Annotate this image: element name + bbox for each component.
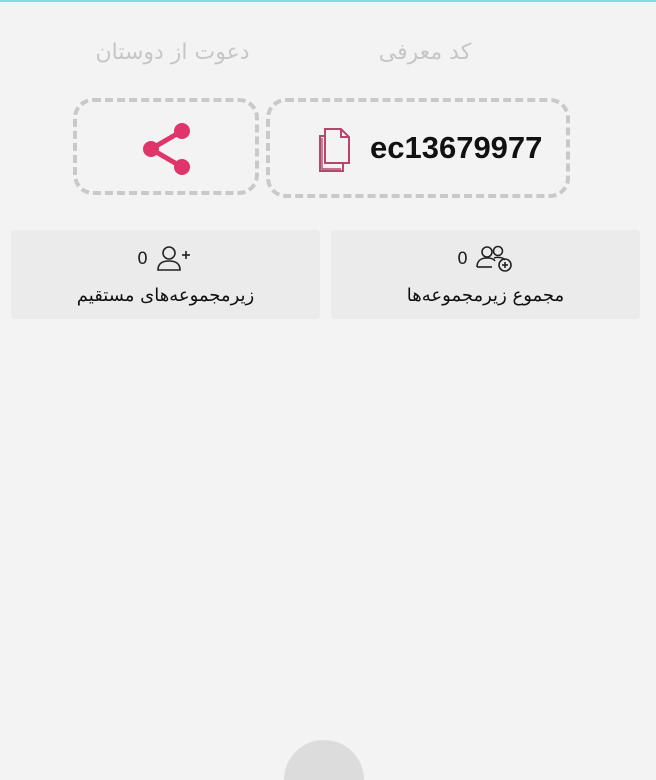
direct-subsets-card: 0 زیرمجموعه‌های مستقیم [11,230,320,319]
referral-code-box: ec13679977 [266,98,570,198]
total-subsets-card: 0 مجموع زیرمجموعه‌ها [331,230,640,319]
invite-friends-label: دعوت از دوستان [95,40,250,65]
referral-code-value[interactable]: ec13679977 [370,102,542,194]
share-button[interactable] [73,98,259,195]
copy-icon[interactable] [314,126,354,174]
direct-subsets-count: 0 [137,249,148,269]
direct-subsets-label: زیرمجموعه‌های مستقیم [76,285,255,306]
bottom-nav-handle[interactable] [284,740,364,780]
users-add-icon [474,244,514,274]
total-subsets-label: مجموع زیرمجموعه‌ها [406,285,565,306]
referral-code-label: کد معرفی [378,40,472,65]
total-subsets-count: 0 [457,249,468,269]
user-plus-icon [154,244,194,274]
top-accent-line [0,0,656,2]
share-icon [139,120,195,178]
